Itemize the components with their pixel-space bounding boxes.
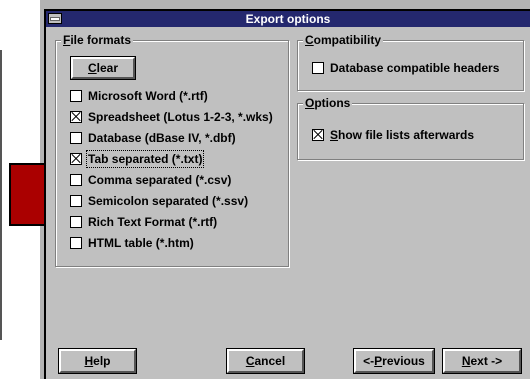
format-checkbox-html[interactable]: HTML table (*.htm) <box>70 236 194 250</box>
format-checkbox-tab[interactable]: Tab separated (*.txt) <box>70 150 205 168</box>
help-button[interactable]: Help <box>58 348 137 374</box>
checkbox-icon <box>70 90 82 102</box>
show-file-lists-checkbox[interactable]: Show file lists afterwards <box>312 128 474 142</box>
database-compatible-headers-checkbox[interactable]: Database compatible headers <box>312 61 499 75</box>
previous-button[interactable]: <- Previous <box>353 348 435 374</box>
clear-button[interactable]: Clear <box>70 56 136 80</box>
cancel-button[interactable]: Cancel <box>226 348 305 374</box>
format-checkbox-spreadsheet[interactable]: Spreadsheet (Lotus 1-2-3, *.wks) <box>70 110 273 124</box>
checkbox-icon <box>70 174 82 186</box>
background-window-edge <box>0 50 2 340</box>
compatibility-group: Compatibility Database compatible header… <box>297 33 524 91</box>
system-menu-icon[interactable] <box>48 13 62 24</box>
dialog-title: Export options <box>245 12 331 26</box>
compatibility-label: Compatibility <box>303 33 384 47</box>
checkbox-icon <box>312 62 324 74</box>
background-red-element <box>9 163 49 226</box>
checkbox-icon <box>70 216 82 228</box>
checkbox-icon <box>70 195 82 207</box>
options-label: Options <box>303 96 353 110</box>
checkbox-checked-icon <box>70 153 82 165</box>
format-checkbox-database[interactable]: Database (dBase IV, *.dbf) <box>70 131 236 145</box>
format-checkbox-comma[interactable]: Comma separated (*.csv) <box>70 173 231 187</box>
options-group: Options Show file lists afterwards <box>297 96 524 160</box>
checkbox-icon <box>70 132 82 144</box>
checkbox-checked-icon <box>70 111 82 123</box>
file-formats-group: File formats Clear Microsoft Word (*.rtf… <box>55 33 289 267</box>
checkbox-icon <box>70 237 82 249</box>
export-options-dialog: Export options File formats Clear Micros… <box>44 9 530 379</box>
checkbox-checked-icon <box>312 129 324 141</box>
format-checkbox-rtf[interactable]: Rich Text Format (*.rtf) <box>70 215 217 229</box>
format-checkbox-word[interactable]: Microsoft Word (*.rtf) <box>70 89 208 103</box>
file-formats-label: File formats <box>61 33 134 47</box>
next-button[interactable]: Next -> <box>442 348 522 374</box>
format-checkbox-semicolon[interactable]: Semicolon separated (*.ssv) <box>70 194 248 208</box>
title-bar: Export options <box>46 11 530 27</box>
